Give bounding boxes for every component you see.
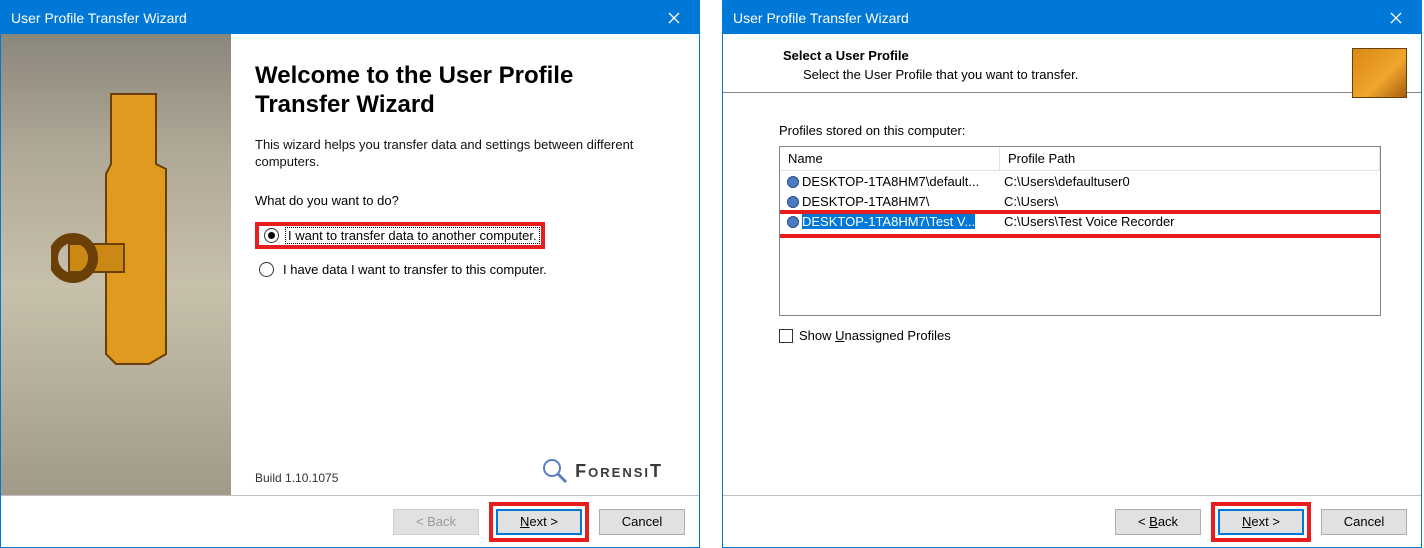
build-label: Build 1.10.1075: [255, 471, 338, 485]
brand-logo: ForensiT: [541, 457, 663, 485]
radio-transfer-from[interactable]: [259, 262, 274, 277]
close-button[interactable]: [649, 1, 699, 34]
column-name[interactable]: Name: [780, 147, 1000, 170]
cancel-button[interactable]: Cancel: [599, 509, 685, 535]
highlight-box: I want to transfer data to another compu…: [255, 222, 545, 249]
close-icon: [1390, 12, 1402, 24]
listview-header: Name Profile Path: [780, 147, 1380, 171]
list-label: Profiles stored on this computer:: [779, 123, 1381, 138]
user-icon: [784, 213, 800, 229]
header-subtitle: Select the User Profile that you want to…: [783, 67, 1078, 82]
wizard-window-welcome: User Profile Transfer Wizard Welcome to …: [0, 0, 700, 548]
listview-body: DESKTOP-1TA8HM7\default... C:\Users\defa…: [780, 171, 1380, 315]
wizard-footer: < Back Next > Cancel: [1, 495, 699, 547]
user-icon: [784, 173, 800, 189]
question-label: What do you want to do?: [255, 193, 663, 208]
header-title: Select a User Profile: [783, 48, 1078, 63]
window-title: User Profile Transfer Wizard: [733, 10, 1371, 26]
show-unassigned-label[interactable]: Show Unassigned Profiles: [799, 328, 951, 343]
titlebar[interactable]: User Profile Transfer Wizard: [1, 1, 699, 34]
next-button[interactable]: Next >: [496, 509, 582, 535]
close-icon: [668, 12, 680, 24]
cancel-button[interactable]: Cancel: [1321, 509, 1407, 535]
wizard-sidebar-image: [1, 34, 231, 495]
radio-label-transfer-to[interactable]: I want to transfer data to another compu…: [285, 227, 540, 244]
back-button[interactable]: < Back: [1115, 509, 1201, 535]
highlight-box-next: Next >: [1211, 502, 1311, 542]
column-path[interactable]: Profile Path: [1000, 147, 1380, 170]
show-unassigned-checkbox[interactable]: [779, 329, 793, 343]
back-button: < Back: [393, 509, 479, 535]
wizard-content: Welcome to the User Profile Transfer Wiz…: [231, 34, 699, 495]
radio-transfer-to[interactable]: [264, 228, 279, 243]
wizard-footer: < Back Next > Cancel: [723, 495, 1421, 547]
close-button[interactable]: [1371, 1, 1421, 34]
table-row[interactable]: DESKTOP-1TA8HM7\default... C:\Users\defa…: [780, 171, 1380, 191]
lock-icon: [51, 74, 181, 434]
table-row-selected[interactable]: DESKTOP-1TA8HM7\Test V... C:\Users\Test …: [780, 211, 1380, 231]
wizard-window-select-profile: User Profile Transfer Wizard Select a Us…: [722, 0, 1422, 548]
intro-text: This wizard helps you transfer data and …: [255, 136, 663, 171]
page-title: Welcome to the User Profile Transfer Wiz…: [255, 62, 663, 120]
titlebar[interactable]: User Profile Transfer Wizard: [723, 1, 1421, 34]
highlight-box-next: Next >: [489, 502, 589, 542]
wizard-header: Select a User Profile Select the User Pr…: [723, 34, 1421, 93]
next-button[interactable]: Next >: [1218, 509, 1304, 535]
radio-label-transfer-from[interactable]: I have data I want to transfer to this c…: [280, 261, 550, 278]
profile-listview[interactable]: Name Profile Path DESKTOP-1TA8HM7\defaul…: [779, 146, 1381, 316]
table-row[interactable]: DESKTOP-1TA8HM7\ C:\Users\: [780, 191, 1380, 211]
magnifier-icon: [541, 457, 569, 485]
window-title: User Profile Transfer Wizard: [11, 10, 649, 26]
brand-text: ForensiT: [575, 461, 663, 482]
user-icon: [784, 193, 800, 209]
wizard-content: Profiles stored on this computer: Name P…: [723, 93, 1421, 495]
header-icon: [1352, 48, 1407, 98]
